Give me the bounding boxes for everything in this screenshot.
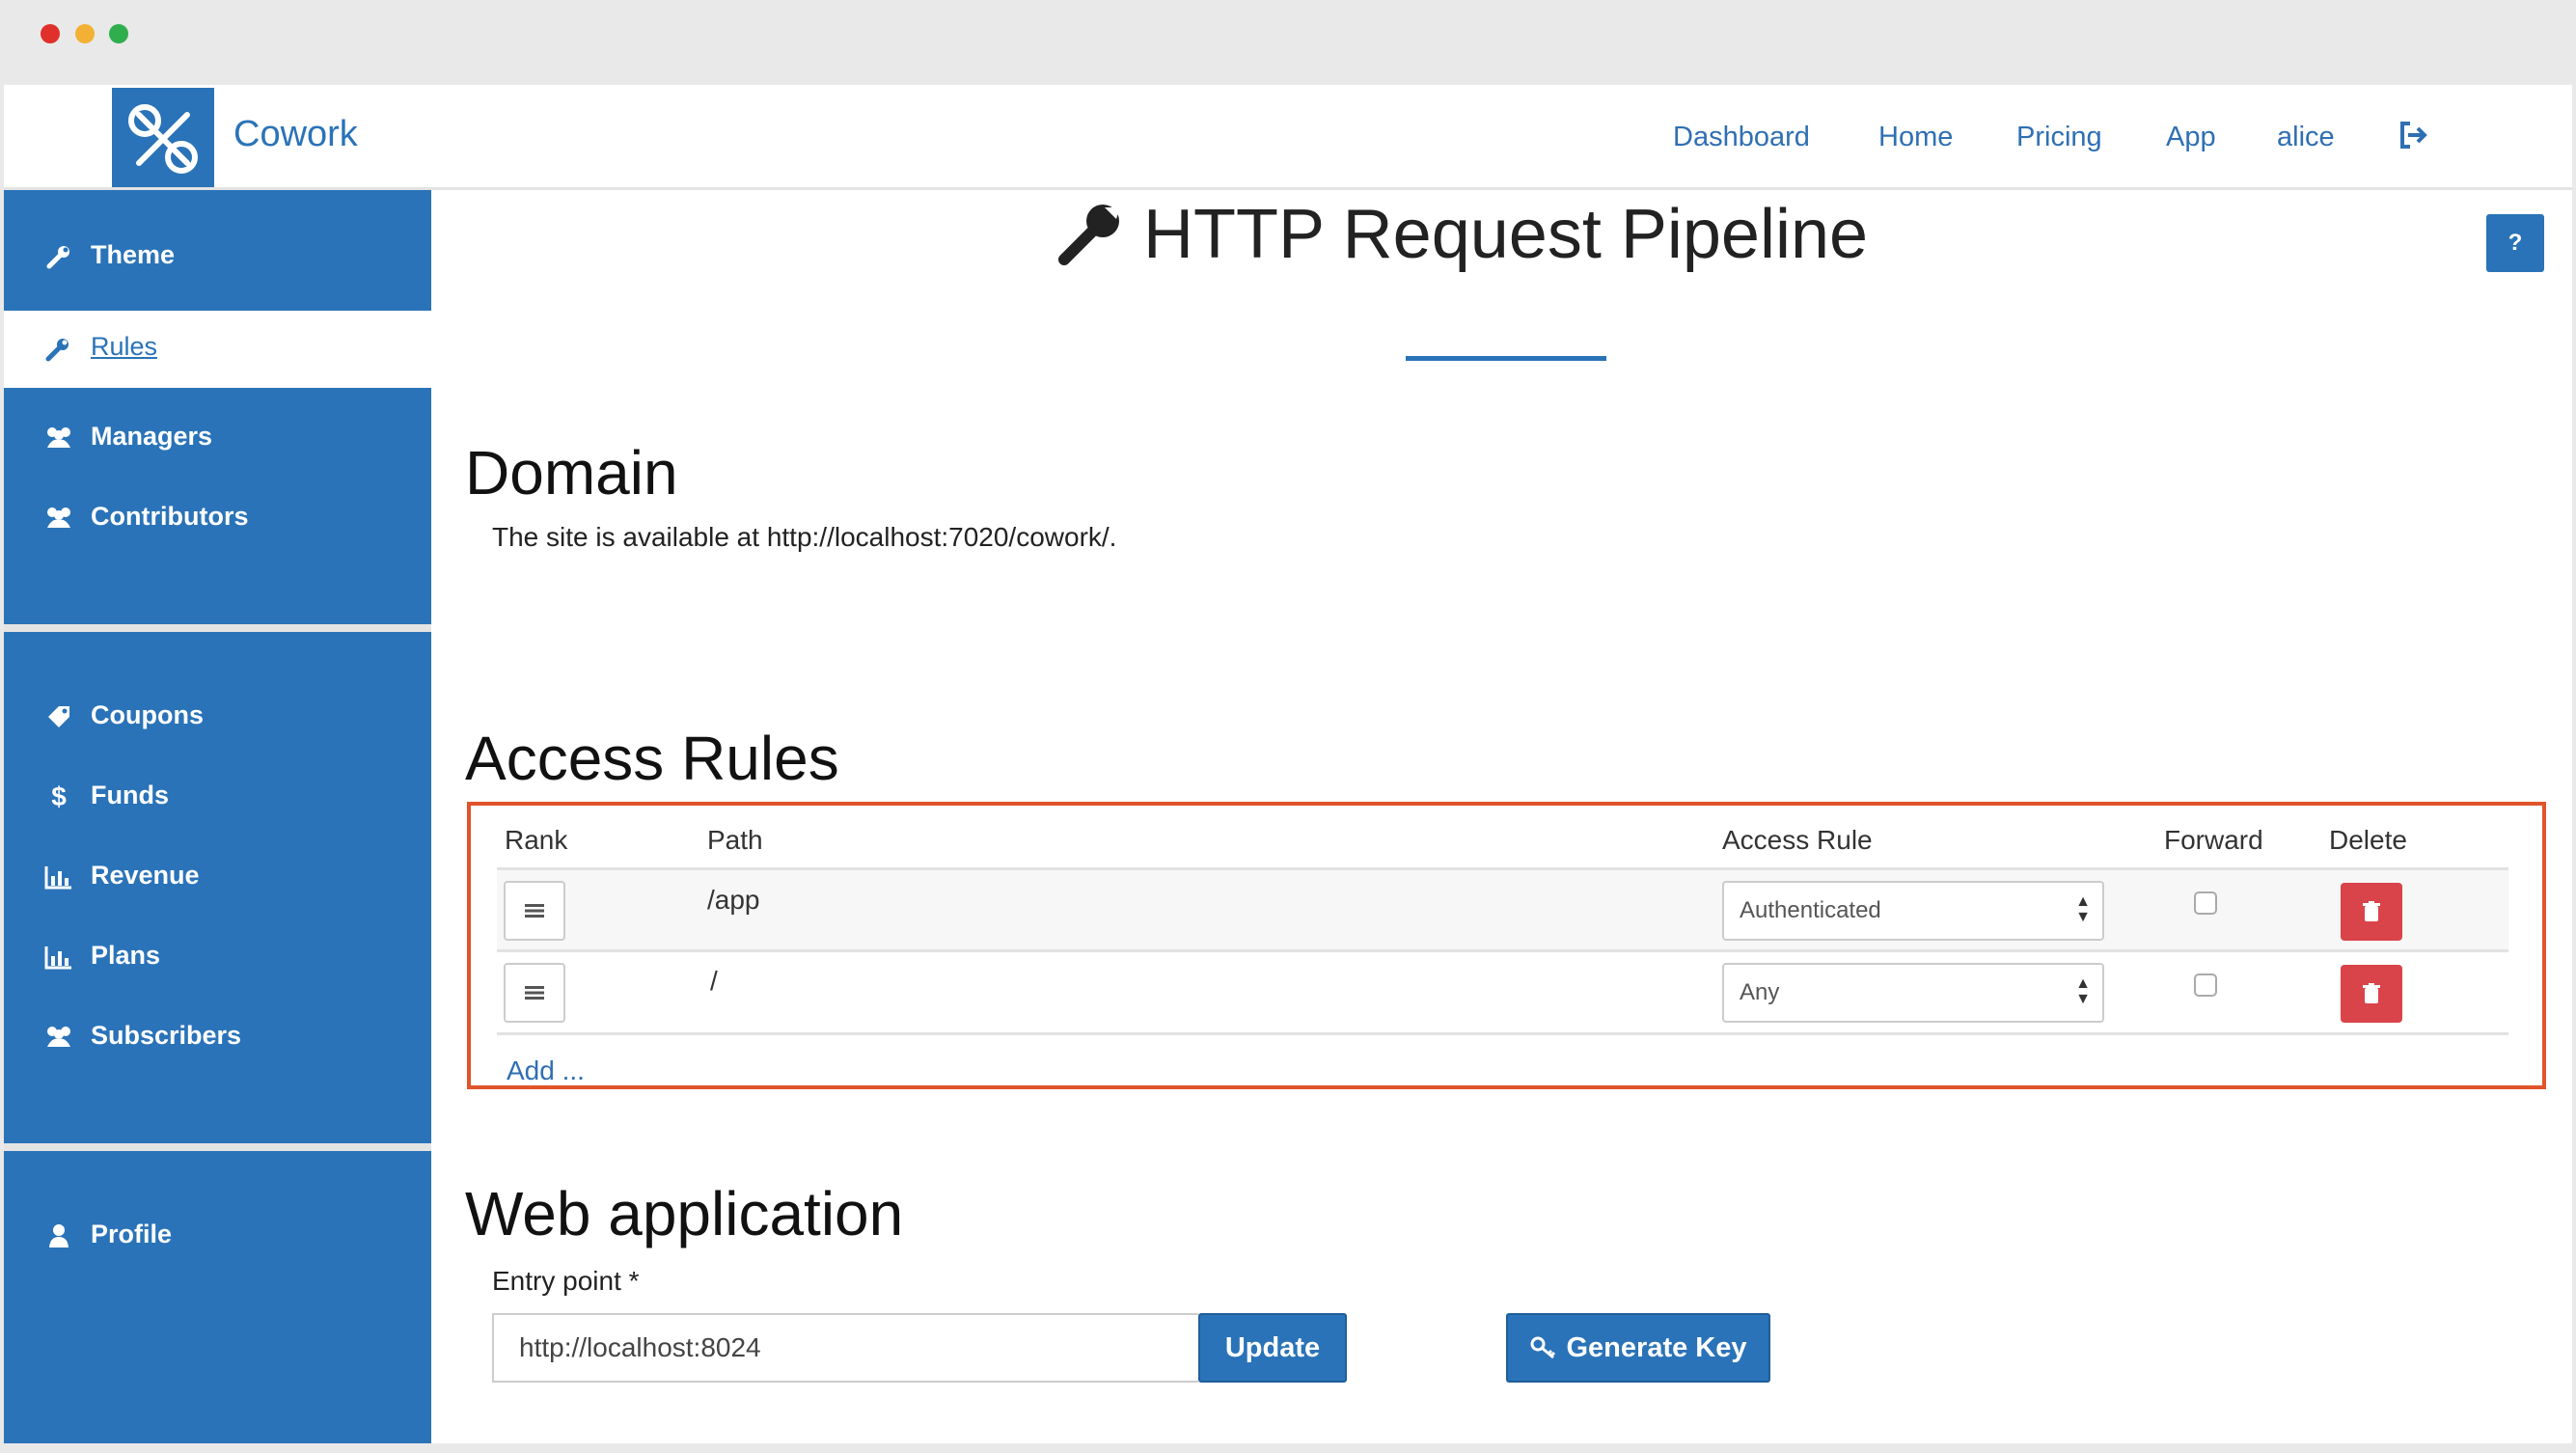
minimize-window-button[interactable] xyxy=(75,24,95,43)
nav-pricing[interactable]: Pricing xyxy=(2016,122,2102,153)
logo[interactable] xyxy=(112,88,214,187)
table-divider xyxy=(497,1032,2508,1035)
users-icon xyxy=(44,424,73,452)
generate-key-label: Generate Key xyxy=(1566,1331,1747,1363)
update-button-label: Update xyxy=(1224,1331,1321,1363)
nav-user-alice[interactable]: alice xyxy=(2277,122,2335,153)
trash-icon xyxy=(2363,983,2380,1003)
sidebar-item-coupons[interactable]: Coupons xyxy=(4,687,431,745)
sidebar-item-label: Revenue xyxy=(91,861,200,890)
tag-icon xyxy=(44,702,73,731)
bar-chart-icon xyxy=(44,863,73,891)
wrench-icon xyxy=(44,242,73,271)
sidebar-item-managers[interactable]: Managers xyxy=(4,408,431,466)
sidebar-section-profile xyxy=(4,1151,431,1443)
key-icon xyxy=(1530,1336,1555,1359)
access-rules-heading: Access Rules xyxy=(465,724,839,793)
users-icon xyxy=(44,1023,73,1052)
access-rule-select[interactable]: Any ▲ ▼ xyxy=(1722,963,2104,1023)
wrench-icon xyxy=(1056,198,1126,272)
select-arrows-icon: ▲ ▼ xyxy=(2075,893,2091,925)
sidebar-item-label: Theme xyxy=(91,240,176,269)
sidebar-item-rules[interactable]: Rules xyxy=(4,311,431,388)
access-rules-table: Rank Path Access Rule Forward Delete /ap… xyxy=(467,802,2546,1089)
top-navbar: Cowork Dashboard Home Pricing App alice xyxy=(4,85,2572,190)
user-icon xyxy=(44,1221,73,1250)
access-rule-select[interactable]: Authenticated ▲ ▼ xyxy=(1722,881,2104,941)
domain-heading: Domain xyxy=(465,438,678,507)
sidebar-item-subscribers[interactable]: Subscribers xyxy=(4,1007,431,1065)
sidebar-item-label: Plans xyxy=(91,941,161,970)
nav-dashboard[interactable]: Dashboard xyxy=(1673,122,1810,153)
column-header-delete: Delete xyxy=(2329,825,2407,855)
sidebar-item-contributors[interactable]: Contributors xyxy=(4,488,431,546)
sidebar-item-label: Profile xyxy=(91,1220,173,1248)
dollar-icon: $ xyxy=(51,781,67,811)
column-header-access-rule: Access Rule xyxy=(1722,825,1873,855)
sidebar-item-profile[interactable]: Profile xyxy=(4,1206,431,1264)
sidebar: Theme Rules Managers Contributors Coupon… xyxy=(4,190,431,1443)
users-icon xyxy=(44,504,73,533)
browser-chrome xyxy=(0,0,2576,85)
domain-description: The site is available at http://localhos… xyxy=(492,522,1117,552)
close-window-button[interactable] xyxy=(41,24,60,43)
select-arrows-icon: ▲ ▼ xyxy=(2075,975,2091,1007)
table-divider xyxy=(497,949,2508,952)
access-rule-value: Any xyxy=(1740,979,1780,1005)
help-button[interactable]: ? xyxy=(2486,214,2544,272)
sidebar-item-funds[interactable]: $ Funds xyxy=(4,767,431,825)
brand-name[interactable]: Cowork xyxy=(233,114,358,155)
sidebar-item-label[interactable]: Rules xyxy=(91,332,157,362)
add-rule-link[interactable]: Add ... xyxy=(507,1055,585,1086)
sidebar-item-label: Coupons xyxy=(91,700,204,729)
forward-checkbox[interactable] xyxy=(2194,891,2217,915)
nav-home[interactable]: Home xyxy=(1878,122,1953,153)
sidebar-item-label: Contributors xyxy=(91,502,249,531)
maximize-window-button[interactable] xyxy=(109,24,128,43)
column-header-forward: Forward xyxy=(2164,825,2263,855)
bar-chart-icon xyxy=(44,943,73,972)
sidebar-item-revenue[interactable]: Revenue xyxy=(4,847,431,905)
page-title: HTTP Request Pipeline xyxy=(1056,195,1868,274)
sign-out-icon[interactable] xyxy=(2395,116,2433,154)
nav-app[interactable]: App xyxy=(2166,122,2216,153)
web-application-heading: Web application xyxy=(465,1179,904,1248)
logo-icon xyxy=(128,104,198,174)
rule-path: / xyxy=(710,966,718,996)
main-content: HTTP Request Pipeline ? Domain The site … xyxy=(431,190,2572,1443)
app-window: Cowork Dashboard Home Pricing App alice … xyxy=(4,85,2572,1443)
sidebar-item-theme[interactable]: Theme xyxy=(4,227,431,285)
entry-point-label: Entry point * xyxy=(492,1266,640,1296)
trash-icon xyxy=(2363,901,2380,921)
drag-handle-icon[interactable] xyxy=(504,881,565,941)
page-title-text: HTTP Request Pipeline xyxy=(1143,196,1869,273)
sidebar-item-label: Managers xyxy=(91,422,213,451)
forward-checkbox[interactable] xyxy=(2194,973,2217,997)
delete-button[interactable] xyxy=(2341,965,2402,1023)
entry-point-input[interactable]: http://localhost:8024 xyxy=(492,1313,1198,1383)
drag-handle-icon[interactable] xyxy=(504,963,565,1023)
column-header-rank: Rank xyxy=(505,825,568,855)
update-button[interactable]: Update xyxy=(1198,1313,1347,1383)
sidebar-item-plans[interactable]: Plans xyxy=(4,927,431,985)
title-underline xyxy=(1406,356,1606,361)
sidebar-item-label: Funds xyxy=(91,781,169,809)
rule-path: /app xyxy=(707,885,760,915)
sidebar-item-label: Subscribers xyxy=(91,1021,242,1050)
delete-button[interactable] xyxy=(2341,883,2402,941)
wrench-icon xyxy=(44,336,71,368)
generate-key-button[interactable]: Generate Key xyxy=(1506,1313,1770,1383)
column-header-path: Path xyxy=(707,825,763,855)
access-rule-value: Authenticated xyxy=(1740,897,1881,923)
